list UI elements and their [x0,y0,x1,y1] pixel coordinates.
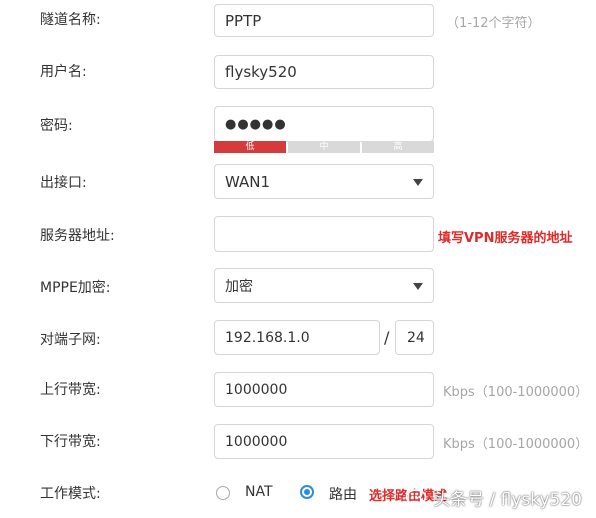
peer-subnet-label: 对端子网: [40,332,101,348]
peer-subnet-ip-value: 192.168.1.0 [225,329,310,346]
watermark-text: 头条号 / flysky520 [433,490,582,510]
tunnel-name-value: PPTP [225,11,262,30]
mppe-label: MPPE加密: [40,280,111,296]
chevron-down-icon [413,282,423,290]
password-label: 密码: [40,118,73,134]
upstream-value: 1000000 [225,381,288,398]
username-label: 用户名: [40,64,87,80]
chevron-down-icon [413,178,423,186]
chat-bubble-icon [405,488,427,506]
tunnel-name-hint: （1-12个字符） [446,16,541,31]
password-input[interactable]: ●●●●● [214,106,434,142]
peer-subnet-mask-input[interactable]: 24 [395,320,434,355]
radio-nat-label[interactable]: NAT [245,484,273,500]
password-strength-meter: 低 中 高 [214,141,434,153]
peer-subnet-mask-value: 24 [407,329,425,346]
username-value: flysky520 [225,63,297,81]
tunnel-name-input[interactable]: PPTP [214,4,434,37]
upstream-input[interactable]: 1000000 [214,372,434,407]
watermark: 头条号 / flysky520 [405,485,582,510]
tunnel-name-label: 隧道名称: [40,12,101,28]
password-value: ●●●●● [225,116,287,132]
strength-mid: 中 [288,141,360,153]
server-address-input[interactable] [214,216,434,252]
upstream-label: 上行带宽: [40,382,101,398]
downstream-value: 1000000 [225,433,288,450]
strength-high: 高 [362,141,434,153]
server-address-label: 服务器地址: [40,228,115,244]
peer-subnet-separator: / [384,328,390,347]
downstream-label: 下行带宽: [40,434,101,450]
username-input[interactable]: flysky520 [214,55,434,89]
work-mode-label: 工作模式: [40,486,101,502]
radio-nat[interactable] [216,486,230,500]
mppe-value: 加密 [225,278,253,295]
peer-subnet-ip-input[interactable]: 192.168.1.0 [214,320,380,355]
downstream-hint: Kbps（100-1000000） [443,437,589,452]
radio-route-label[interactable]: 路由 [329,484,357,504]
egress-label: 出接口: [40,175,87,191]
egress-select[interactable]: WAN1 [214,164,434,199]
downstream-input[interactable]: 1000000 [214,424,434,459]
upstream-hint: Kbps（100-1000000） [443,385,589,400]
strength-low: 低 [214,141,286,153]
radio-route[interactable] [300,485,314,499]
server-address-note: 填写VPN服务器的地址 [438,231,573,246]
egress-value: WAN1 [225,172,271,191]
mppe-select[interactable]: 加密 [214,268,434,303]
